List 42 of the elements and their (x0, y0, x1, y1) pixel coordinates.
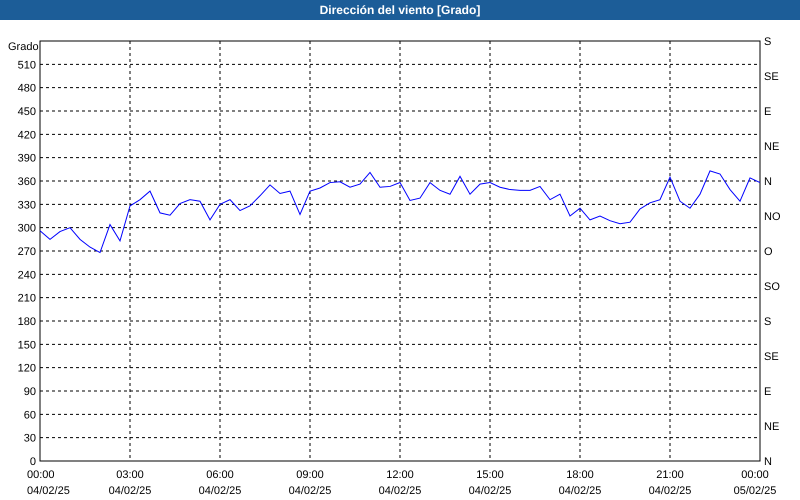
axis-label: 06:00 04/02/25 (198, 469, 242, 497)
axis-label: 240 (18, 269, 36, 282)
axis-label: E (764, 106, 772, 118)
axis-label: SE (764, 71, 779, 83)
axis-label: SO (764, 281, 780, 293)
axis-label: 330 (18, 199, 36, 212)
axis-label: 390 (18, 152, 36, 165)
axis-label: 150 (18, 339, 36, 352)
axis-label: 270 (18, 246, 36, 258)
axis-label: 420 (18, 129, 36, 142)
axis-title: Grado (8, 41, 39, 53)
axis-label: 450 (18, 106, 36, 118)
axis-label: SE (764, 351, 779, 363)
axis-label: N (764, 176, 772, 188)
axis-label: S (764, 36, 772, 48)
axis-label: 90 (24, 386, 36, 398)
axis-label: 300 (18, 222, 36, 235)
axis-label: NE (764, 141, 780, 153)
window-title: Dirección del viento [Grado] (320, 4, 480, 16)
axis-label: 00:00 05/02/25 (734, 469, 776, 497)
axis-label: 120 (18, 362, 36, 375)
axis-label: 12:00 04/02/25 (378, 469, 422, 497)
axis-label: 21:00 04/02/25 (648, 469, 692, 497)
axis-label: N (764, 456, 772, 468)
axis-label: NO (764, 211, 780, 223)
axis-label: 0 (30, 456, 36, 468)
axis-label: 480 (18, 82, 36, 95)
axis-label: 09:00 04/02/25 (288, 469, 332, 497)
axis-label: 510 (18, 59, 36, 72)
axis-label: 60 (24, 409, 36, 422)
axis-label: S (764, 316, 772, 328)
axis-label: 03:00 04/02/25 (108, 469, 152, 497)
axis-label: 180 (18, 316, 36, 328)
axis-label: 15:00 04/02/25 (468, 469, 512, 497)
axis-label: 18:00 04/02/25 (558, 469, 602, 497)
axis-label: 210 (18, 292, 36, 305)
axis-label: 360 (18, 176, 36, 188)
axis-label: E (764, 386, 772, 398)
axis-label: O (764, 246, 773, 258)
axis-label: 30 (24, 432, 36, 445)
axis-label: 00:00 04/02/25 (27, 469, 70, 497)
axis-label: NE (764, 421, 780, 433)
